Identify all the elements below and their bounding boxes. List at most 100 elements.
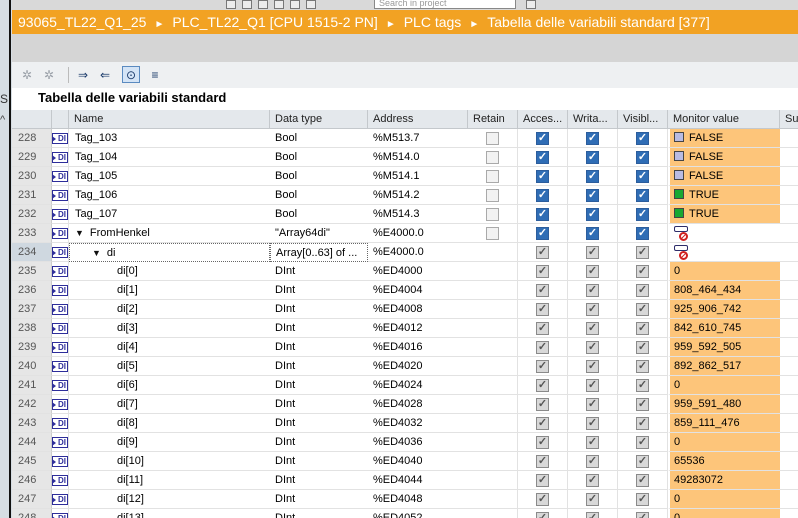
monitor-value-cell[interactable]: 0 bbox=[668, 433, 780, 452]
visible-checkbox[interactable]: ✓ bbox=[636, 473, 649, 487]
writable-checkbox[interactable]: ✓ bbox=[586, 473, 599, 487]
data-type-cell[interactable]: DInt bbox=[270, 376, 368, 395]
retain-checkbox[interactable] bbox=[486, 131, 499, 145]
accessible-checkbox[interactable]: ✓ bbox=[536, 226, 549, 240]
supervision-cell[interactable] bbox=[780, 262, 798, 281]
accessible-checkbox[interactable]: ✓ bbox=[536, 245, 549, 259]
col-header-monitor-value[interactable]: Monitor value bbox=[668, 110, 780, 129]
writable-checkbox[interactable]: ✓ bbox=[586, 435, 599, 449]
writable-checkbox[interactable]: ✓ bbox=[586, 169, 599, 183]
col-header-writable[interactable]: Writa... bbox=[568, 110, 618, 129]
visible-checkbox[interactable]: ✓ bbox=[636, 378, 649, 392]
col-header-name[interactable]: Name bbox=[69, 110, 270, 129]
accessible-checkbox[interactable]: ✓ bbox=[536, 454, 549, 468]
data-type-cell[interactable]: Bool bbox=[270, 205, 368, 224]
address-cell[interactable]: %M514.3 bbox=[368, 205, 468, 224]
visible-checkbox[interactable]: ✓ bbox=[636, 435, 649, 449]
address-cell[interactable]: %ED4012 bbox=[368, 319, 468, 338]
toolbar-icon-2[interactable] bbox=[242, 0, 252, 9]
address-cell[interactable]: %ED4048 bbox=[368, 490, 468, 509]
col-header-retain[interactable]: Retain bbox=[468, 110, 518, 129]
accessible-checkbox[interactable]: ✓ bbox=[536, 397, 549, 411]
tag-name-cell[interactable]: Tag_106 bbox=[69, 186, 270, 205]
monitor-value-cell[interactable]: 842_610_745 bbox=[668, 319, 780, 338]
visible-checkbox[interactable]: ✓ bbox=[636, 359, 649, 373]
address-cell[interactable]: %ED4032 bbox=[368, 414, 468, 433]
data-type-cell[interactable]: Bool bbox=[270, 186, 368, 205]
table-row[interactable]: 240 DI di[5] DInt %ED4020 ✓ ✓ ✓ 892_862_517 bbox=[12, 357, 798, 376]
monitor-value-cell[interactable]: FALSE bbox=[668, 167, 780, 186]
data-type-cell[interactable]: DInt bbox=[270, 490, 368, 509]
data-type-cell[interactable]: DInt bbox=[270, 414, 368, 433]
accessible-checkbox[interactable]: ✓ bbox=[536, 378, 549, 392]
accessible-checkbox[interactable]: ✓ bbox=[536, 283, 549, 297]
properties-icon[interactable]: ≡ bbox=[146, 66, 164, 83]
address-cell[interactable]: %M514.0 bbox=[368, 148, 468, 167]
col-header-address[interactable]: Address bbox=[368, 110, 468, 129]
address-cell[interactable]: %ED4020 bbox=[368, 357, 468, 376]
address-cell[interactable]: %ED4040 bbox=[368, 452, 468, 471]
address-cell[interactable]: %M514.1 bbox=[368, 167, 468, 186]
writable-checkbox[interactable]: ✓ bbox=[586, 302, 599, 316]
export-icon[interactable]: ⇒ bbox=[74, 66, 92, 83]
supervision-cell[interactable] bbox=[780, 186, 798, 205]
breadcrumb-plc-tags[interactable]: PLC tags bbox=[404, 10, 462, 34]
table-row[interactable]: 233 DI ▼ FromHenkel "Array64di" %E4000.0 ✓ ✓ ✓ bbox=[12, 224, 798, 243]
supervision-cell[interactable] bbox=[780, 224, 798, 243]
col-header-supervision[interactable]: Sup bbox=[780, 110, 798, 129]
monitor-value-cell[interactable]: 959_592_505 bbox=[668, 338, 780, 357]
table-row[interactable]: 246 DI di[11] DInt %ED4044 ✓ ✓ ✓ 49283072 bbox=[12, 471, 798, 490]
breadcrumb-tag-table[interactable]: Tabella delle variabili standard [377] bbox=[487, 10, 710, 34]
data-type-cell[interactable]: DInt bbox=[270, 357, 368, 376]
visible-checkbox[interactable]: ✓ bbox=[636, 169, 649, 183]
writable-checkbox[interactable]: ✓ bbox=[586, 378, 599, 392]
data-type-cell[interactable]: DInt bbox=[270, 319, 368, 338]
supervision-cell[interactable] bbox=[780, 319, 798, 338]
monitor-value-cell[interactable] bbox=[668, 243, 780, 262]
accessible-checkbox[interactable]: ✓ bbox=[536, 150, 549, 164]
data-type-cell[interactable]: DInt bbox=[270, 262, 368, 281]
col-header-visible[interactable]: Visibl... bbox=[618, 110, 668, 129]
add-tag-icon[interactable]: ✲ bbox=[18, 66, 36, 83]
accessible-checkbox[interactable]: ✓ bbox=[536, 169, 549, 183]
monitor-value-cell[interactable] bbox=[668, 224, 780, 243]
retain-checkbox[interactable] bbox=[486, 150, 499, 164]
toolbar-icon-6[interactable] bbox=[306, 0, 316, 9]
tag-name-cell[interactable]: Tag_107 bbox=[69, 205, 270, 224]
supervision-cell[interactable] bbox=[780, 167, 798, 186]
address-cell[interactable]: %ED4024 bbox=[368, 376, 468, 395]
writable-checkbox[interactable]: ✓ bbox=[586, 150, 599, 164]
table-row[interactable]: 235 DI di[0] DInt %ED4000 ✓ ✓ ✓ 0 bbox=[12, 262, 798, 281]
visible-checkbox[interactable]: ✓ bbox=[636, 397, 649, 411]
retain-checkbox[interactable] bbox=[486, 207, 499, 221]
tag-name-cell[interactable]: ▼ FromHenkel bbox=[69, 224, 270, 243]
address-cell[interactable]: %ED4004 bbox=[368, 281, 468, 300]
tag-name-cell[interactable]: Tag_104 bbox=[69, 148, 270, 167]
supervision-cell[interactable] bbox=[780, 205, 798, 224]
data-type-cell[interactable]: Bool bbox=[270, 167, 368, 186]
data-type-cell[interactable]: DInt bbox=[270, 300, 368, 319]
supervision-cell[interactable] bbox=[780, 452, 798, 471]
visible-checkbox[interactable]: ✓ bbox=[636, 454, 649, 468]
table-row[interactable]: 244 DI di[9] DInt %ED4036 ✓ ✓ ✓ 0 bbox=[12, 433, 798, 452]
table-row[interactable]: 234 DI ▼ di Array[0..63] of ... %E4000.0 ✓ ✓ ✓ bbox=[12, 243, 798, 262]
address-cell[interactable]: %ED4044 bbox=[368, 471, 468, 490]
search-icon[interactable] bbox=[526, 0, 536, 9]
writable-checkbox[interactable]: ✓ bbox=[586, 131, 599, 145]
accessible-checkbox[interactable]: ✓ bbox=[536, 131, 549, 145]
monitor-value-cell[interactable]: FALSE bbox=[668, 129, 780, 148]
table-row[interactable]: 236 DI di[1] DInt %ED4004 ✓ ✓ ✓ 808_464_434 bbox=[12, 281, 798, 300]
visible-checkbox[interactable]: ✓ bbox=[636, 264, 649, 278]
supervision-cell[interactable] bbox=[780, 281, 798, 300]
data-type-cell[interactable]: DInt bbox=[270, 338, 368, 357]
data-type-cell[interactable]: Array[0..63] of ... bbox=[270, 243, 368, 262]
supervision-cell[interactable] bbox=[780, 414, 798, 433]
visible-checkbox[interactable]: ✓ bbox=[636, 511, 649, 518]
supervision-cell[interactable] bbox=[780, 148, 798, 167]
tag-name-cell[interactable]: di[7] bbox=[69, 395, 270, 414]
table-row[interactable]: 232 DI Tag_107 Bool %M514.3 ✓ ✓ ✓ TRUE bbox=[12, 205, 798, 224]
expand-triangle-icon[interactable]: ▼ bbox=[92, 244, 101, 261]
toolbar-icon-5[interactable] bbox=[290, 0, 300, 9]
accessible-checkbox[interactable]: ✓ bbox=[536, 359, 549, 373]
data-type-cell[interactable]: DInt bbox=[270, 433, 368, 452]
